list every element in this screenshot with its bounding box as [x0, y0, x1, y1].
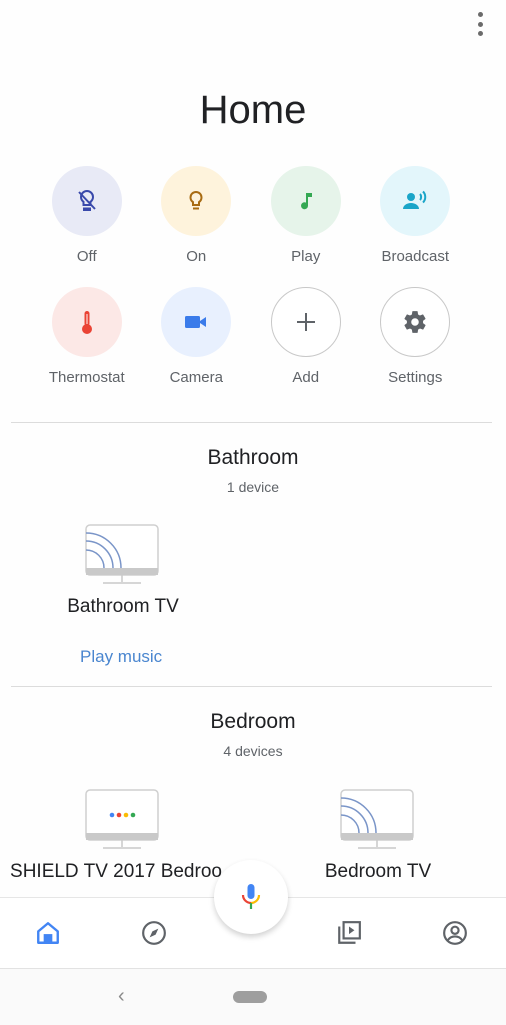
action-add-label: Add	[292, 369, 320, 386]
action-play-label: Play	[291, 248, 321, 265]
device-name: Bedroom TV	[324, 861, 432, 882]
action-add-button[interactable]: Add	[251, 287, 361, 386]
action-settings-label: Settings	[388, 369, 443, 386]
action-thermostat-label: Thermostat	[48, 369, 125, 386]
account-icon	[443, 921, 467, 945]
play-music-link[interactable]: Play music	[80, 647, 162, 667]
device-tile-bedroom-tv[interactable]: Bedroom TV	[278, 789, 478, 883]
action-on-circle	[161, 166, 232, 236]
lightbulb-off-icon	[78, 189, 96, 211]
action-thermostat-button[interactable]: Thermostat	[32, 287, 142, 386]
action-off-button[interactable]: Off	[32, 166, 142, 265]
videocam-icon	[185, 316, 207, 328]
nav-home-button[interactable]	[33, 918, 63, 948]
device-name: SHIELD TV 2017 Bedroo	[10, 861, 222, 882]
action-on-button[interactable]: On	[142, 166, 252, 265]
action-broadcast-label: Broadcast	[381, 248, 450, 265]
more-vert-icon-dot	[477, 21, 483, 27]
media-library-icon	[338, 921, 361, 944]
action-off-circle	[51, 166, 122, 236]
action-broadcast-button[interactable]: Broadcast	[361, 166, 471, 265]
home-icon	[37, 922, 59, 944]
quick-actions-grid: Off On Play Broadcast Thermostat Camera	[32, 166, 474, 386]
explore-compass-icon	[142, 921, 166, 945]
action-camera-button[interactable]: Camera	[142, 287, 252, 386]
device-name: Bathroom TV	[67, 596, 179, 617]
assistant-mic-button[interactable]	[214, 860, 288, 934]
section-divider	[11, 686, 492, 687]
section-divider	[11, 422, 492, 423]
action-on-label: On	[186, 248, 207, 265]
google-tv-icon	[85, 789, 159, 849]
nav-explore-button[interactable]	[139, 918, 169, 948]
mic-icon	[241, 884, 261, 909]
room-device-count: 1 device	[226, 479, 280, 495]
device-tile-bathroom-tv[interactable]: Bathroom TV	[23, 524, 223, 618]
more-vert-icon-dot	[477, 12, 483, 17]
more-options-button[interactable]	[474, 12, 486, 36]
device-tile-shield-tv[interactable]: SHIELD TV 2017 Bedroo	[10, 789, 223, 883]
nav-account-button[interactable]	[440, 918, 470, 948]
action-off-label: Off	[76, 248, 97, 265]
room-title-bedroom[interactable]: Bedroom	[0, 710, 506, 734]
lightbulb-icon	[189, 190, 203, 210]
action-thermostat-circle	[51, 287, 122, 357]
more-vert-icon-dot	[477, 31, 483, 36]
system-navigation-bar: ‹	[0, 968, 506, 1025]
plus-icon	[296, 313, 315, 331]
broadcast-icon	[403, 190, 427, 209]
page-title: Home	[199, 88, 307, 132]
cast-tv-icon	[340, 789, 414, 849]
music-note-icon	[300, 193, 312, 210]
action-settings-button[interactable]: Settings	[361, 287, 471, 386]
action-broadcast-circle	[380, 166, 451, 236]
gear-icon	[404, 311, 426, 333]
action-play-button[interactable]: Play	[251, 166, 361, 265]
thermometer-icon	[81, 311, 92, 334]
cast-tv-icon	[85, 524, 159, 584]
action-camera-label: Camera	[169, 369, 223, 386]
nav-media-button[interactable]	[334, 918, 364, 948]
action-play-circle	[270, 166, 341, 236]
back-button[interactable]: ‹	[118, 985, 125, 1008]
action-settings-circle	[380, 287, 451, 357]
action-add-circle	[270, 287, 341, 357]
room-title-bathroom[interactable]: Bathroom	[0, 446, 506, 470]
room-device-count: 4 devices	[223, 743, 283, 759]
home-gesture-pill[interactable]	[233, 991, 267, 1003]
action-camera-circle	[161, 287, 232, 357]
